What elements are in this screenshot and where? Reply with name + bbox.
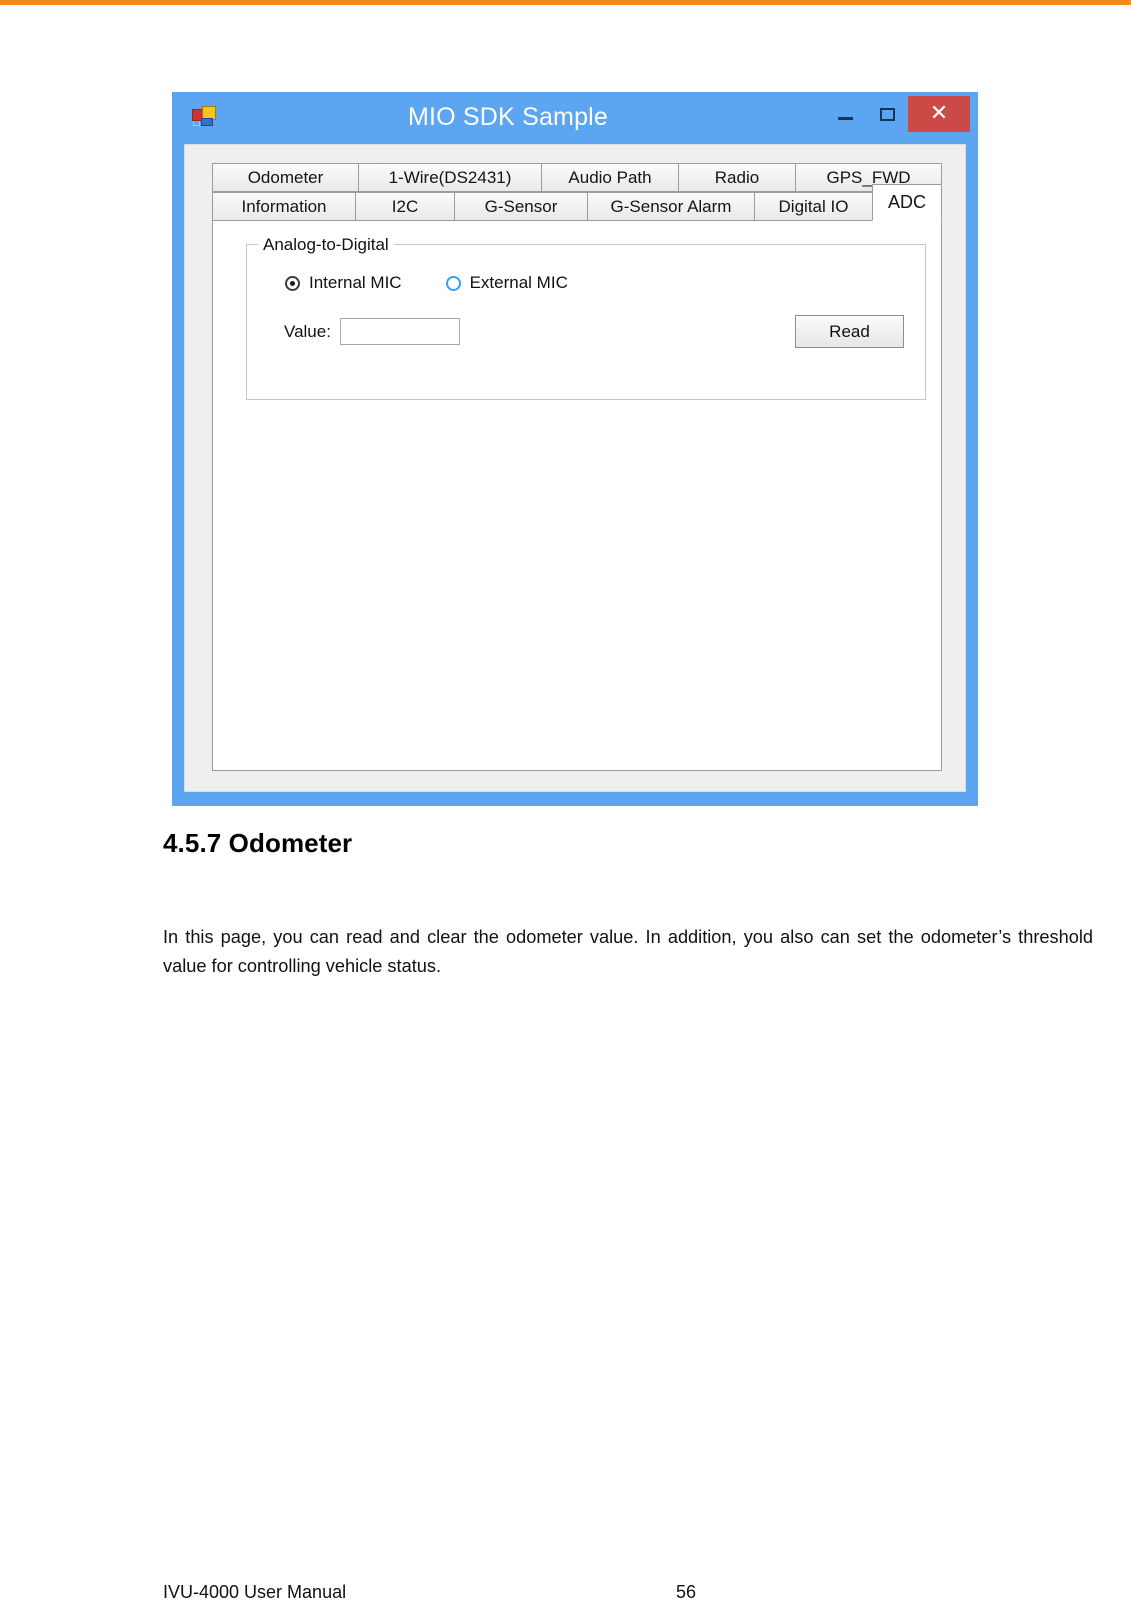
window-title-bar[interactable]: MIO SDK Sample ✕ xyxy=(180,94,970,140)
maximize-icon xyxy=(879,107,895,121)
page-footer: IVU-4000 User Manual 56 xyxy=(163,1582,1093,1612)
maximize-button[interactable] xyxy=(866,96,908,132)
tab-row-bottom: Information I2C G-Sensor G-Sensor Alarm … xyxy=(212,184,942,221)
footer-page-number: 56 xyxy=(676,1582,697,1602)
tab-label: Radio xyxy=(714,167,760,187)
close-button[interactable]: ✕ xyxy=(908,96,970,132)
tab-g-sensor[interactable]: G-Sensor xyxy=(454,192,587,221)
tab-digital-io[interactable]: Digital IO xyxy=(754,192,872,221)
tab-label: G-Sensor xyxy=(484,196,558,216)
radio-internal-mic[interactable]: Internal MIC xyxy=(285,273,402,293)
tab-i2c[interactable]: I2C xyxy=(355,192,454,221)
tab-strip: Odometer 1-Wire(DS2431) Audio Path Radio… xyxy=(212,163,942,221)
minimize-button[interactable] xyxy=(824,96,866,132)
tab-radio[interactable]: Radio xyxy=(678,163,795,192)
tab-information[interactable]: Information xyxy=(212,192,355,221)
section-heading: 4.5.7 Odometer xyxy=(163,828,353,858)
tab-row-top: Odometer 1-Wire(DS2431) Audio Path Radio… xyxy=(212,163,942,192)
mic-source-radio-group: Internal MIC External MIC xyxy=(285,273,568,293)
radio-unselected-icon xyxy=(445,275,461,291)
mio-sdk-sample-window-figure: MIO SDK Sample ✕ Odometer 1-Wire(DS2431)… xyxy=(172,92,978,806)
window-frame: MIO SDK Sample ✕ Odometer 1-Wire(DS2431)… xyxy=(172,92,978,806)
value-row: Value: Read xyxy=(284,315,904,348)
minimize-icon xyxy=(837,116,853,120)
tab-label: 1-Wire(DS2431) xyxy=(388,167,512,187)
tab-audio-path[interactable]: Audio Path xyxy=(541,163,678,192)
analog-to-digital-groupbox: Analog-to-Digital Internal MIC External … xyxy=(246,235,926,400)
window-title: MIO SDK Sample xyxy=(407,102,609,131)
page-top-accent-rule xyxy=(0,0,1131,5)
read-button[interactable]: Read xyxy=(795,315,904,348)
tab-label: Odometer xyxy=(247,167,324,187)
radio-selected-icon xyxy=(285,275,300,291)
tab-label: Information xyxy=(241,196,327,216)
tab-1-wire-ds2431[interactable]: 1-Wire(DS2431) xyxy=(358,163,541,192)
tab-adc[interactable]: ADC xyxy=(872,184,942,221)
tab-control: Odometer 1-Wire(DS2431) Audio Path Radio… xyxy=(212,163,942,771)
tab-odometer[interactable]: Odometer xyxy=(212,163,358,192)
tab-label: ADC xyxy=(887,192,926,212)
section-paragraph: In this page, you can read and clear the… xyxy=(163,927,1093,976)
tab-label: I2C xyxy=(391,196,419,216)
window-client-area: Odometer 1-Wire(DS2431) Audio Path Radio… xyxy=(184,144,966,792)
radio-internal-mic-label: Internal MIC xyxy=(309,273,402,292)
app-icon-blue-square xyxy=(201,118,213,126)
tab-label: G-Sensor Alarm xyxy=(610,196,732,216)
radio-external-mic-label: External MIC xyxy=(469,273,568,292)
tab-page-adc: Analog-to-Digital Internal MIC External … xyxy=(212,220,942,771)
tab-label: Audio Path xyxy=(568,167,652,187)
radio-external-mic[interactable]: External MIC xyxy=(445,273,568,293)
value-label: Value: xyxy=(284,321,331,341)
tab-g-sensor-alarm[interactable]: G-Sensor Alarm xyxy=(587,192,754,221)
value-input[interactable] xyxy=(339,318,460,345)
window-controls: ✕ xyxy=(824,96,970,132)
winforms-app-icon xyxy=(192,105,218,129)
close-icon: ✕ xyxy=(929,100,949,125)
groupbox-title: Analog-to-Digital xyxy=(258,235,394,255)
tab-label: Digital IO xyxy=(778,196,849,216)
footer-manual-title: IVU-4000 User Manual xyxy=(163,1582,347,1602)
